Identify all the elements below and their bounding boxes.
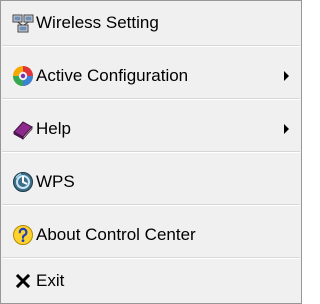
submenu-arrow-icon [284, 71, 289, 81]
about-question-icon [12, 224, 34, 246]
menu-item-label: Exit [36, 271, 65, 290]
menu-item-label: About Control Center [36, 225, 196, 244]
menu-item-active-configuration[interactable]: Active Configuration [1, 54, 301, 98]
menu-item-help[interactable]: Help [1, 107, 301, 151]
exit-x-icon [12, 270, 34, 292]
menu-item-label: WPS [36, 172, 75, 191]
menu-item-wireless-setting[interactable]: Wireless Setting [1, 1, 301, 45]
context-menu: Wireless Setting Active Configuration He… [0, 0, 302, 304]
menu-separator [2, 45, 300, 47]
submenu-arrow-icon [284, 124, 289, 134]
menu-separator [2, 151, 300, 153]
menu-separator [2, 98, 300, 100]
menu-separator [2, 257, 300, 259]
menu-item-label: Wireless Setting [36, 13, 159, 32]
menu-item-about-control-center[interactable]: About Control Center [1, 213, 301, 257]
help-book-icon [12, 118, 34, 140]
menu-item-wps[interactable]: WPS [1, 160, 301, 204]
active-configuration-icon [12, 65, 34, 87]
wps-icon [12, 171, 34, 193]
menu-separator [2, 204, 300, 206]
menu-item-label: Active Configuration [36, 66, 189, 85]
wireless-setting-icon [12, 12, 34, 34]
menu-item-exit[interactable]: Exit [1, 259, 301, 303]
menu-item-label: Help [36, 119, 71, 138]
